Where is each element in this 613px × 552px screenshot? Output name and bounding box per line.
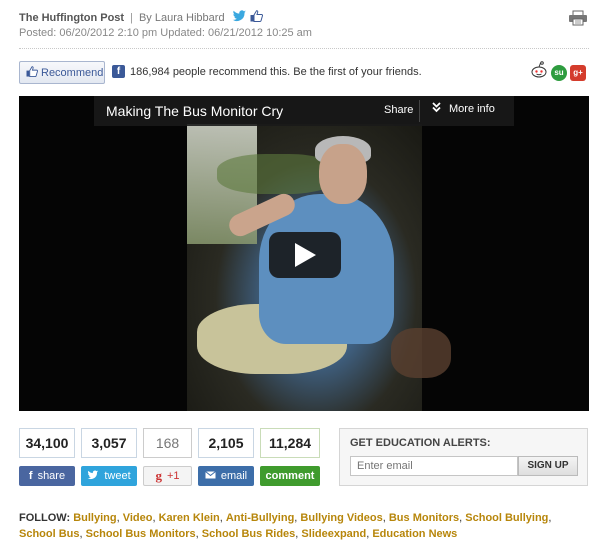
tag-link[interactable]: School Bus — [19, 528, 80, 540]
twitter-tweet-label: tweet — [104, 470, 131, 482]
tag-link[interactable]: Bullying Videos — [300, 512, 382, 524]
more-info-label: More info — [449, 103, 495, 115]
comment-count: 11,284 — [260, 428, 320, 458]
video-title[interactable]: Making The Bus Monitor Cry — [106, 103, 283, 119]
author-name[interactable]: By Laura Hibbard — [139, 12, 225, 24]
video-more-info-button[interactable]: More info — [432, 102, 495, 116]
email-field[interactable] — [350, 456, 518, 476]
tag-link[interactable]: Bus Monitors — [389, 512, 459, 524]
video-title-bar: Making The Bus Monitor Cry Share More in… — [94, 96, 514, 126]
video-share-button[interactable]: Share — [384, 104, 413, 116]
divider — [19, 48, 589, 49]
comment-label: comment — [265, 470, 315, 482]
print-icon[interactable] — [568, 10, 588, 31]
twitter-bird-icon[interactable] — [232, 10, 247, 25]
tag-link[interactable]: Education News — [372, 528, 457, 540]
tag-link[interactable]: School Bus Monitors — [86, 528, 196, 540]
tag-link[interactable]: Slideexpand — [301, 528, 366, 540]
chevron-down-icon — [432, 102, 441, 116]
comment-button[interactable]: comment — [260, 466, 320, 486]
tag-link[interactable]: School Bus Rides — [202, 528, 296, 540]
facebook-share-button[interactable]: f share — [19, 466, 75, 486]
facebook-recommend-text: 186,984 people recommend this. Be the fi… — [130, 65, 422, 78]
alerts-title: GET EDUCATION ALERTS: — [350, 437, 491, 449]
twitter-bird-icon — [87, 469, 99, 483]
recommend-label: Recommend — [41, 66, 104, 79]
play-icon — [295, 243, 316, 267]
tag-link[interactable]: Video — [123, 512, 153, 524]
video-player[interactable]: Making The Bus Monitor Cry Share More in… — [19, 96, 589, 411]
facebook-recommend-count: f 186,984 people recommend this. Be the … — [112, 65, 422, 78]
email-share-label: email — [220, 470, 248, 482]
envelope-icon — [205, 470, 216, 482]
tag-link[interactable]: Bullying — [73, 512, 116, 524]
follow-tags: FOLLOW: Bullying, Video, Karen Klein, An… — [19, 512, 552, 540]
facebook-share-count: 34,100 — [19, 428, 75, 458]
byline: The Huffington Post | By Laura Hibbard — [19, 10, 263, 25]
googleplus-button[interactable]: g +1 — [143, 466, 192, 486]
post-date: Posted: 06/20/2012 2:10 pm Updated: 06/2… — [19, 27, 312, 39]
facebook-icon: f — [112, 65, 125, 78]
email-share-button[interactable]: email — [198, 466, 254, 486]
googleplus-count: 168 — [143, 428, 192, 458]
publication-name[interactable]: The Huffington Post — [19, 12, 124, 24]
tag-link[interactable]: Karen Klein — [159, 512, 220, 524]
google-plus-icon: g — [155, 468, 162, 483]
twitter-tweet-count: 3,057 — [81, 428, 137, 458]
facebook-icon: f — [28, 470, 33, 482]
follow-label: FOLLOW: — [19, 512, 71, 524]
education-alerts-box: GET EDUCATION ALERTS: SIGN UP — [339, 428, 588, 486]
recommend-button[interactable]: Recommend — [19, 61, 105, 84]
facebook-share-label: share — [37, 470, 66, 482]
sign-up-button[interactable]: SIGN UP — [518, 456, 578, 476]
google-plus-icon[interactable]: g+ — [570, 64, 586, 81]
googleplus-label: +1 — [166, 470, 180, 482]
email-share-count: 2,105 — [198, 428, 254, 458]
facebook-like-icon[interactable] — [250, 10, 263, 25]
twitter-tweet-button[interactable]: tweet — [81, 466, 137, 486]
reddit-icon[interactable] — [530, 61, 548, 84]
play-button[interactable] — [269, 232, 341, 278]
tag-link[interactable]: School Bullying — [465, 512, 548, 524]
stumbleupon-icon[interactable]: su — [551, 64, 567, 81]
tag-link[interactable]: Anti-Bullying — [226, 512, 294, 524]
social-bookmark-icons: su g+ — [530, 61, 586, 84]
byline-separator: | — [130, 11, 133, 24]
thumbs-up-icon — [26, 65, 38, 80]
